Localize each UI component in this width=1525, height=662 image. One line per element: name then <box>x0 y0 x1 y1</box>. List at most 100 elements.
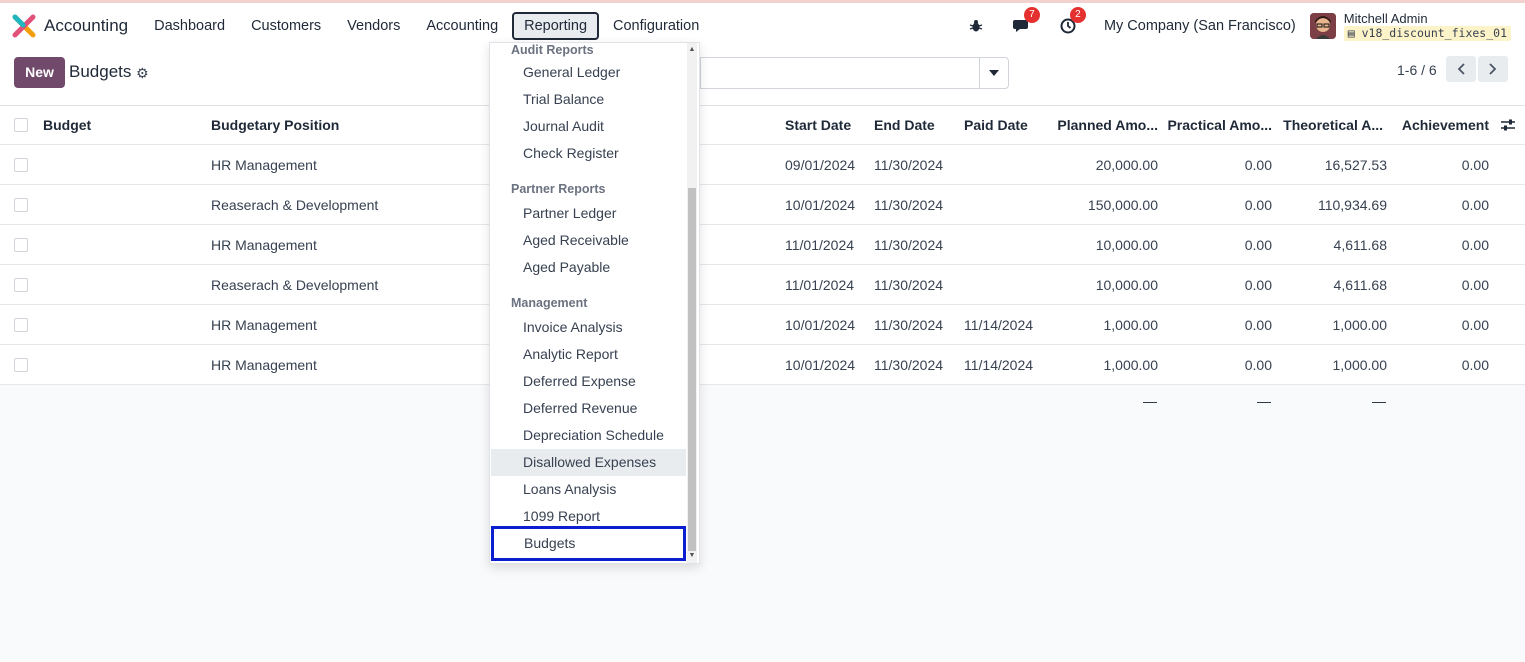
pager-next-button[interactable] <box>1478 56 1508 82</box>
cell-budgetary-position: HR Management <box>211 236 317 253</box>
cell-budgetary-position: Reaserach & Development <box>211 276 379 293</box>
row-checkbox[interactable] <box>14 317 28 332</box>
chat-icon[interactable]: 7 <box>1012 6 1040 36</box>
table-row[interactable]: Reaserach & Development 11/01/2024 11/30/2… <box>0 265 1525 305</box>
search-input[interactable] <box>700 57 980 89</box>
total-practical: — <box>1257 393 1271 409</box>
dropdown-item-journal-audit[interactable]: Journal Audit <box>491 113 686 140</box>
row-checkbox[interactable] <box>14 357 28 372</box>
column-header-start-date[interactable]: Start Date <box>785 106 851 144</box>
optional-columns-icon[interactable] <box>1500 106 1516 144</box>
menu-vendors[interactable]: Vendors <box>335 12 412 40</box>
row-checkbox-cell[interactable] <box>14 145 28 184</box>
cell-end-date: 11/30/2024 <box>874 276 944 293</box>
cell-practical-amount: 0.00 <box>1244 196 1272 213</box>
app-name[interactable]: Accounting <box>44 16 128 36</box>
scroll-down-arrow-icon[interactable]: ▼ <box>688 552 696 560</box>
table-header: Budget Budgetary Position Start Date End… <box>0 106 1525 145</box>
total-theoretical: — <box>1372 393 1386 409</box>
dropdown-item-deferred-revenue[interactable]: Deferred Revenue <box>491 395 686 422</box>
row-checkbox[interactable] <box>14 237 28 252</box>
gear-icon[interactable]: ⚙ <box>136 65 149 82</box>
dropdown-item-partner-ledger[interactable]: Partner Ledger <box>491 200 686 227</box>
dropdown-item-budgets[interactable]: Budgets <box>491 526 686 561</box>
cell-achievement: 0.00 <box>1461 316 1489 333</box>
search-options-toggle[interactable] <box>979 57 1009 89</box>
menu-customers[interactable]: Customers <box>239 12 333 40</box>
row-checkbox-cell[interactable] <box>14 265 28 304</box>
dropdown-item-trial-balance[interactable]: Trial Balance <box>491 86 686 113</box>
cell-achievement: 0.00 <box>1461 276 1489 293</box>
column-header-budget[interactable]: Budget <box>43 106 91 144</box>
select-all-checkbox[interactable] <box>14 118 28 132</box>
table-row[interactable]: HR Management 10/01/2024 11/30/2024 11/14/2… <box>0 345 1525 385</box>
cell-paid-date: 11/14/2024 <box>964 316 1034 333</box>
cell-practical-amount: 0.00 <box>1244 356 1272 373</box>
row-checkbox[interactable] <box>14 157 28 172</box>
column-header-achievement[interactable]: Achievement <box>1393 106 1489 144</box>
dropdown-item-check-register[interactable]: Check Register <box>491 140 686 167</box>
cell-start-date: 09/01/2024 <box>785 156 856 173</box>
dropdown-item-analytic-report[interactable]: Analytic Report <box>491 341 686 368</box>
select-all-checkbox-cell[interactable] <box>14 106 28 144</box>
table-row[interactable]: HR Management 10/01/2024 11/30/2024 11/14/2… <box>0 305 1525 345</box>
dropdown-item-invoice-analysis[interactable]: Invoice Analysis <box>491 314 686 341</box>
row-checkbox[interactable] <box>14 197 28 212</box>
cell-start-date: 11/01/2024 <box>785 276 855 293</box>
row-checkbox-cell[interactable] <box>14 345 28 384</box>
chevron-right-icon <box>1489 63 1497 75</box>
cell-start-date: 10/01/2024 <box>785 196 856 213</box>
cell-budgetary-position: HR Management <box>211 156 317 173</box>
dropdown-item-aged-receivable[interactable]: Aged Receivable <box>491 227 686 254</box>
dropdown-item-aged-payable[interactable]: Aged Payable <box>491 254 686 281</box>
user-avatar[interactable] <box>1309 12 1336 39</box>
table-row[interactable]: Reaserach & Development 10/01/2024 11/30/2… <box>0 185 1525 225</box>
dropdown-item-loans-analysis[interactable]: Loans Analysis <box>491 476 686 503</box>
cell-practical-amount: 0.00 <box>1244 236 1272 253</box>
cell-achievement: 0.00 <box>1461 236 1489 253</box>
row-checkbox-cell[interactable] <box>14 185 28 224</box>
row-checkbox-cell[interactable] <box>14 225 28 264</box>
row-checkbox-cell[interactable] <box>14 305 28 344</box>
scroll-up-arrow-icon[interactable]: ▲ <box>688 46 696 54</box>
dropdown-scrollbar-thumb[interactable] <box>688 188 696 551</box>
pager-previous-button[interactable] <box>1446 56 1476 82</box>
company-switcher[interactable]: My Company (San Francisco) <box>1104 18 1296 34</box>
dropdown-item-deferred-expense[interactable]: Deferred Expense <box>491 368 686 395</box>
cell-end-date: 11/30/2024 <box>874 196 944 213</box>
reporting-dropdown-menu: ▲ ▼ Audit Reports General Ledger Trial Bal… <box>489 42 700 564</box>
menu-configuration[interactable]: Configuration <box>601 12 711 40</box>
table-row[interactable]: HR Management 11/01/2024 11/30/2024 10,000.… <box>0 225 1525 265</box>
menu-accounting[interactable]: Accounting <box>414 12 510 40</box>
row-checkbox[interactable] <box>14 277 28 292</box>
dropdown-item-depreciation-schedule[interactable]: Depreciation Schedule <box>491 422 686 449</box>
cell-planned-amount: 10,000.00 <box>1095 236 1158 253</box>
menu-dashboard[interactable]: Dashboard <box>142 12 237 40</box>
user-menu[interactable]: Mitchell Admin ▤ v18_discount_fixes_01 <box>1343 11 1511 41</box>
column-header-planned-amount[interactable]: Planned Amo... <box>1044 106 1158 144</box>
pager-value[interactable]: 1-6 / 6 <box>1397 62 1437 78</box>
menu-reporting[interactable]: Reporting <box>512 11 600 40</box>
column-header-end-date[interactable]: End Date <box>874 106 935 144</box>
cell-planned-amount: 1,000.00 <box>1103 316 1159 333</box>
app-logo-icon[interactable] <box>12 14 36 38</box>
cell-end-date: 11/30/2024 <box>874 316 944 333</box>
dropdown-section-header: Partner Reports <box>511 182 606 196</box>
database-icon: ▤ <box>1347 25 1362 40</box>
dropdown-item-general-ledger[interactable]: General Ledger <box>491 59 686 86</box>
column-header-theoretical-amount[interactable]: Theoretical A... <box>1277 106 1383 144</box>
clock-icon[interactable]: 2 <box>1058 6 1086 36</box>
chevron-left-icon <box>1457 63 1465 75</box>
cell-theoretical-amount: 4,611.68 <box>1333 236 1387 253</box>
cell-budgetary-position: HR Management <box>211 316 317 333</box>
table-body: HR Management 09/01/2024 11/30/2024 20,000.… <box>0 145 1525 385</box>
table-row[interactable]: HR Management 09/01/2024 11/30/2024 20,000.… <box>0 145 1525 185</box>
database-tag: ▤ v18_discount_fixes_01 <box>1343 25 1511 41</box>
column-header-paid-date[interactable]: Paid Date <box>964 106 1028 144</box>
cell-theoretical-amount: 1,000.00 <box>1332 316 1388 333</box>
new-button[interactable]: New <box>14 57 65 88</box>
column-header-practical-amount[interactable]: Practical Amo... <box>1163 106 1272 144</box>
dropdown-item-disallowed-expenses[interactable]: Disallowed Expenses <box>491 449 686 476</box>
debug-icon[interactable] <box>966 16 986 36</box>
column-header-budgetary-position[interactable]: Budgetary Position <box>211 106 339 144</box>
